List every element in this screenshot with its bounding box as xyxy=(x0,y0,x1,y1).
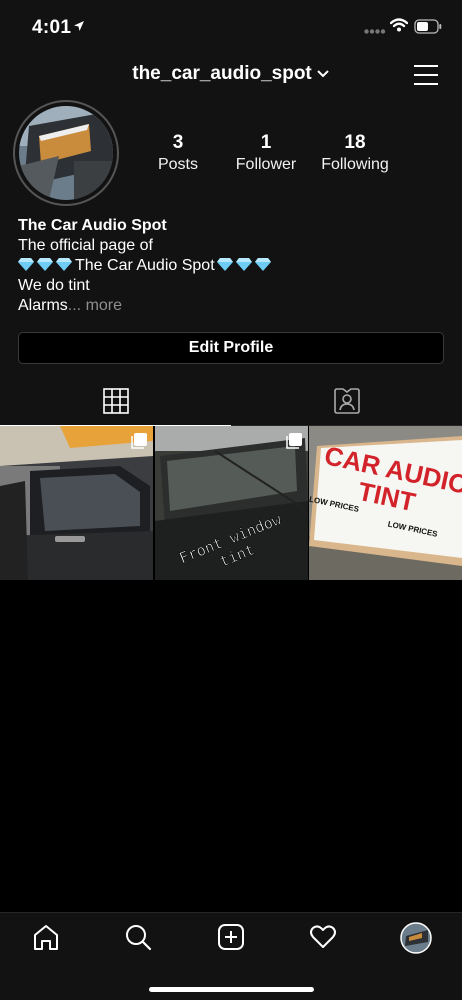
post-thumbnail-2[interactable]: Front window tint xyxy=(155,426,308,580)
post-thumbnail-3[interactable]: CAR AUDIO TINT LOW PRICES LOW PRICES xyxy=(309,426,462,580)
followers-stat[interactable]: 1 Follower xyxy=(216,132,316,174)
multiple-photos-icon xyxy=(286,433,302,449)
status-bar: 4:01 xyxy=(0,0,462,56)
profile-bio: The Car Audio Spot The official page of … xyxy=(18,216,448,316)
posts-grid: Front window tint CAR AUDIO TINT LOW PRI… xyxy=(0,426,462,580)
profile-avatar-ring[interactable] xyxy=(13,100,119,206)
multiple-photos-icon xyxy=(131,433,147,449)
post-thumbnail-1[interactable] xyxy=(0,426,153,580)
account-switcher[interactable]: the_car_audio_spot xyxy=(0,63,462,85)
profile-avatar-icon[interactable] xyxy=(400,922,432,954)
status-time: 4:01 xyxy=(32,17,72,38)
following-label: Following xyxy=(321,156,389,173)
bio-line-2: The Car Audio Spot xyxy=(18,256,448,276)
gem-icon xyxy=(216,258,233,271)
chevron-down-icon xyxy=(317,70,329,78)
hamburger-menu-icon[interactable] xyxy=(414,64,438,86)
gem-icon xyxy=(18,258,34,271)
tab-tagged[interactable] xyxy=(231,376,462,426)
gem-icon xyxy=(56,258,72,271)
tab-posts-grid[interactable] xyxy=(0,376,231,426)
cellular-signal-icon xyxy=(364,29,386,34)
tagged-person-icon xyxy=(333,387,360,414)
grid-icon xyxy=(102,387,129,414)
location-arrow-icon xyxy=(74,21,84,31)
bio-line-1: The official page of xyxy=(18,237,153,254)
gem-icon xyxy=(254,258,271,271)
search-icon[interactable] xyxy=(124,923,152,951)
profile-tabs xyxy=(0,376,462,426)
posts-stat[interactable]: 3 Posts xyxy=(128,132,228,174)
followers-count: 1 xyxy=(260,132,272,153)
bottom-navigation xyxy=(0,912,462,1000)
following-count: 18 xyxy=(344,132,366,153)
posts-count: 3 xyxy=(172,132,184,153)
bio-line-4-text: Alarms xyxy=(18,297,68,314)
profile-avatar xyxy=(19,106,113,200)
battery-icon xyxy=(414,19,442,34)
bio-ellipsis: ... xyxy=(67,297,82,314)
home-icon[interactable] xyxy=(32,923,60,951)
profile-name: The Car Audio Spot xyxy=(18,217,167,234)
posts-label: Posts xyxy=(157,156,198,173)
top-navigation: the_car_audio_spot xyxy=(0,56,462,94)
bio-more-link[interactable]: more xyxy=(86,297,122,314)
gem-icon xyxy=(235,258,252,271)
plus-square-icon[interactable] xyxy=(217,923,245,951)
following-stat[interactable]: 18 Following xyxy=(305,132,405,174)
heart-icon[interactable] xyxy=(309,923,337,951)
username-label: the_car_audio_spot xyxy=(132,63,312,84)
gem-icon xyxy=(37,258,53,271)
home-indicator xyxy=(149,987,314,992)
profile-header: 3 Posts 1 Follower 18 Following The Car … xyxy=(0,94,462,412)
bio-business-name: The Car Audio Spot xyxy=(75,257,215,274)
bio-line-3: We do tint xyxy=(18,277,90,294)
wifi-icon xyxy=(390,18,408,32)
edit-profile-button[interactable]: Edit Profile xyxy=(18,332,444,364)
followers-label: Follower xyxy=(235,156,297,173)
bio-line-4: Alarms... more xyxy=(18,296,448,316)
